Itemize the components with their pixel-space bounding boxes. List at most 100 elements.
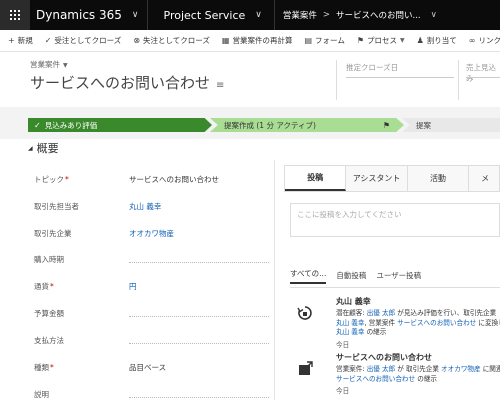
feed-link[interactable]: 出優 太郎 (367, 365, 395, 373)
social-tabs: 投稿 アシスタント 活動 メ (284, 165, 500, 191)
business-process-bar: ✓ 見込みあり評価 提案作成 (1 分 アクティブ) ⚑ 提案 (0, 107, 500, 139)
tab-notes[interactable]: メ (469, 166, 499, 191)
feed-title[interactable]: 丸山 義幸 (336, 296, 500, 307)
summary-form: トピック* サービスへのお問い合わせ 取引先担当者 丸山 義幸 取引先企業 オオ… (20, 160, 275, 400)
close-as-won-button[interactable]: ✓ 受注としてクローズ (39, 30, 128, 51)
record-header: 営業案件 ▼ サービスへのお問い合わせ ≡ 推定クローズ日 売上見込み (0, 52, 500, 107)
header-field-input[interactable] (346, 77, 454, 78)
field-value-empty[interactable] (129, 342, 269, 344)
recalculate-button[interactable]: ▦ 営業案件の再計算 (216, 30, 299, 51)
feed-date: 今日 (336, 340, 350, 349)
field-currency[interactable]: 通貨* 円 (34, 276, 269, 296)
assign-button[interactable]: ♟ 割り当て (411, 30, 463, 51)
feed-text: 丸山 義幸 の継示 (336, 328, 387, 336)
stage-develop[interactable]: 提案作成 (1 分 アクティブ) ⚑ (210, 118, 404, 132)
field-value-link[interactable]: オオカワ物産 (129, 228, 174, 239)
feed-body: サービスへのお問い合わせ 営業案件: 出優 太郎 が 取引先企業 オオカワ物産 … (336, 352, 500, 395)
chevron-down-icon: ∨ (255, 10, 262, 20)
subtab-all[interactable]: すべての... (290, 268, 327, 284)
feed-link[interactable]: サービスへのお問い合わせ (336, 375, 415, 383)
stage-qualify[interactable]: ✓ 見込みあり評価 (28, 118, 212, 132)
recalculate-label: 営業案件の再計算 (232, 36, 293, 45)
feed-link[interactable]: オオカワ物産 (441, 365, 481, 373)
post-input[interactable]: ここに投稿を入力してください (290, 203, 500, 237)
process-button[interactable]: ⚑ プロセス ▼ (351, 30, 411, 51)
flag-icon: ⚑ (382, 120, 390, 130)
stage-propose[interactable]: 提案 (402, 118, 500, 132)
field-value-link[interactable]: 丸山 義幸 (129, 201, 161, 212)
top-navigation-bar: Dynamics 365 ∨ Project Service ∨ 営業案件 > … (0, 0, 500, 30)
breadcrumb-entity[interactable]: 営業案件 (283, 9, 317, 21)
field-label: 支払方法 (34, 335, 64, 345)
field-label: 予算金額 (34, 308, 64, 318)
field-payment-method[interactable]: 支払方法 (34, 330, 269, 350)
link-icon: ∞ (468, 36, 476, 45)
form-button[interactable]: ▤ フォーム (298, 30, 350, 51)
subtab-auto-posts[interactable]: 自動投稿 (336, 270, 366, 284)
tab-assistant[interactable]: アシスタント (346, 166, 408, 191)
feed-date: 今日 (336, 387, 350, 395)
feed-item: 丸山 義幸 潜在顧客: 出優 太郎 が見込み評価を行い、取引先企業 丸山 義幸,… (290, 296, 500, 352)
close-as-lost-label: 失注としてクローズ (143, 36, 210, 45)
chevron-right-icon: > (322, 10, 331, 20)
field-label: 取引先企業 (34, 228, 72, 238)
field-value-empty[interactable] (129, 315, 269, 317)
cancel-circle-icon: ⊗ (133, 36, 141, 45)
new-button[interactable]: + 新規 (2, 30, 39, 51)
breadcrumb-record[interactable]: サービスへのお問い... (336, 9, 421, 21)
post-filter-tabs: すべての... 自動投稿 ユーザー投稿 (290, 268, 431, 284)
field-label: 説明 (34, 389, 49, 399)
stage-label: 提案 (416, 120, 431, 130)
field-topic[interactable]: トピック* サービスへのお問い合わせ (34, 169, 269, 189)
field-type[interactable]: 種類* 品目ベース (34, 357, 269, 377)
entity-name: 営業案件 (30, 60, 60, 69)
feed-body: 丸山 義幸 潜在顧客: 出優 太郎 が見込み評価を行い、取引先企業 丸山 義幸,… (336, 296, 500, 349)
close-as-won-label: 受注としてクローズ (54, 36, 122, 45)
process-icon: ⚑ (356, 36, 364, 45)
field-contact[interactable]: 取引先担当者 丸山 義幸 (34, 196, 269, 216)
close-as-lost-button[interactable]: ⊗ 失注としてクローズ (127, 30, 216, 51)
page-title: サービスへのお問い合わせ ≡ (30, 72, 224, 93)
feed-link[interactable]: サービスへのお問い合わせ (397, 319, 476, 327)
field-account[interactable]: 取引先企業 オオカワ物産 (34, 223, 269, 243)
tab-activities[interactable]: 活動 (407, 166, 470, 191)
header-field-input[interactable] (466, 77, 500, 78)
tab-posts[interactable]: 投稿 (285, 166, 347, 191)
record-icon (296, 360, 314, 378)
feed-link[interactable]: 丸山 義幸 (336, 328, 364, 336)
field-value-empty[interactable] (129, 396, 269, 398)
app-launcher-button[interactable] (0, 0, 30, 30)
field-purchase-timeframe[interactable]: 購入時期 (34, 249, 269, 269)
header-divider (458, 60, 459, 100)
feed-item: サービスへのお問い合わせ 営業案件: 出優 太郎 が 取引先企業 オオカワ物産 … (290, 352, 500, 400)
feed-text: 営業案件: 出優 太郎 が 取引先企業 オオカワ物産 に関連する (336, 365, 500, 373)
field-label: 取引先担当者 (34, 201, 79, 211)
assign-icon: ♟ (416, 36, 424, 45)
subtabs-divider (290, 287, 500, 288)
feed-title[interactable]: サービスへのお問い合わせ (336, 352, 500, 363)
form-selector[interactable]: 営業案件 ▼ (30, 59, 68, 70)
app-switcher[interactable]: Dynamics 365 ∨ (30, 0, 148, 30)
area-switcher[interactable]: Project Service ∨ (148, 0, 275, 30)
assign-label: 割り当て (426, 36, 457, 45)
stage-label: 提案作成 (1 分 アクティブ) (224, 120, 316, 130)
caret-down-icon: ▼ (63, 62, 68, 69)
field-value: サービスへのお問い合わせ (129, 174, 219, 184)
menu-icon[interactable]: ≡ (216, 80, 224, 91)
section-summary-header[interactable]: ◢ 概要 (28, 140, 59, 156)
field-label: 購入時期 (34, 254, 64, 264)
link-button[interactable]: ∞ リンク (463, 30, 500, 51)
field-description[interactable]: 説明 (34, 384, 269, 400)
plus-icon: + (8, 36, 15, 45)
section-title: 概要 (36, 142, 59, 155)
field-value-empty[interactable] (129, 261, 269, 263)
chevron-down-icon: ∨ (131, 10, 139, 20)
subtab-user-posts[interactable]: ユーザー投稿 (376, 270, 421, 284)
feed-link[interactable]: 出優 太郎 (367, 309, 395, 317)
field-value-link[interactable]: 円 (129, 281, 137, 292)
field-budget[interactable]: 予算金額 (34, 303, 269, 323)
check-icon: ✓ (44, 36, 52, 45)
new-label: 新規 (17, 36, 33, 45)
chevron-down-icon[interactable]: ∨ (431, 10, 437, 20)
feed-link[interactable]: 丸山 義幸 (336, 319, 364, 327)
